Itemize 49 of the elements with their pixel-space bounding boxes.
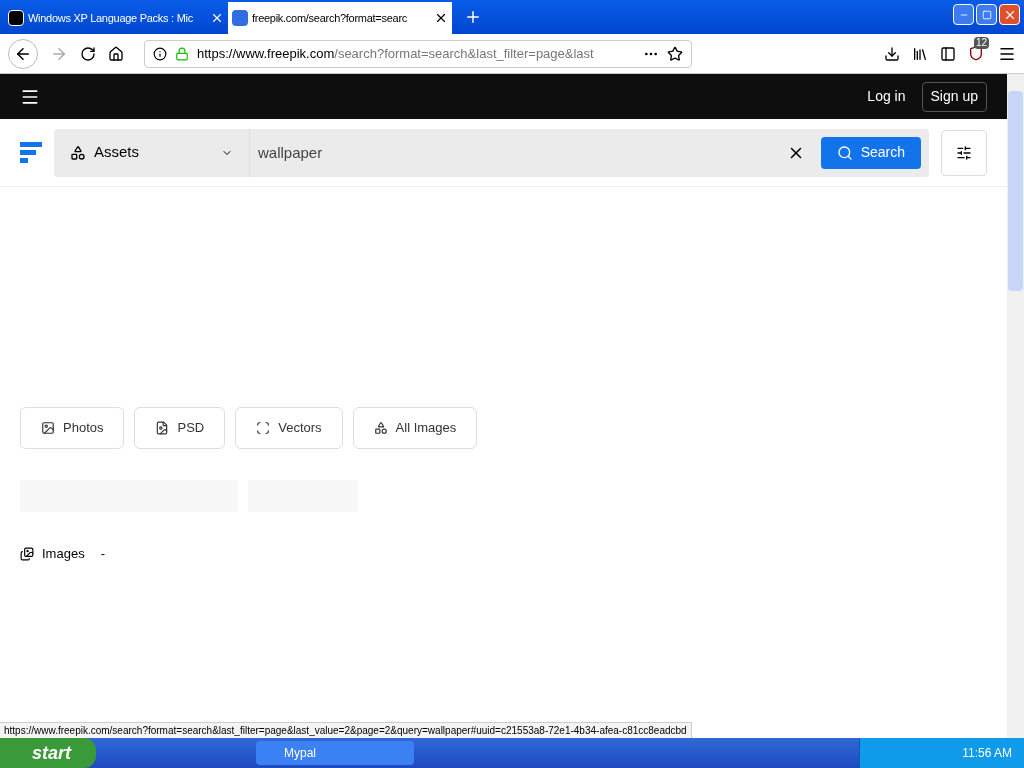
home-icon[interactable] <box>108 45 124 62</box>
filter-button[interactable]: PSD <box>134 407 226 449</box>
close-button[interactable] <box>999 4 1020 25</box>
tab-title: freepik.com/search?format=searc <box>252 10 408 26</box>
close-icon[interactable] <box>434 11 448 25</box>
reload-icon[interactable] <box>80 45 96 62</box>
image-icon <box>41 421 55 435</box>
file-icon <box>155 421 170 435</box>
download-icon[interactable] <box>884 45 900 62</box>
search-icon <box>836 144 853 161</box>
shapes-icon <box>373 421 388 435</box>
result-count: - <box>100 545 105 563</box>
lock-icon <box>175 46 189 61</box>
sidebar-icon[interactable] <box>940 45 956 62</box>
browser-tab[interactable]: Windows XP Language Packs : Mic <box>4 2 228 34</box>
taskbar-button[interactable]: Mypal <box>256 741 414 765</box>
info-icon[interactable] <box>153 46 167 61</box>
url-text: https://www.freepik.com/search?format=search&last_filter=page&last <box>197 44 595 63</box>
search-bar[interactable]: Assets wallpaper Search <box>54 128 929 177</box>
close-icon[interactable] <box>210 11 224 25</box>
start-button[interactable]: start <box>0 738 96 768</box>
search-button[interactable]: Search <box>820 136 921 169</box>
filter-button[interactable]: Vectors <box>235 407 343 449</box>
filter-settings-button[interactable] <box>941 129 987 176</box>
restore-button[interactable] <box>976 4 997 25</box>
tab-title: Windows XP Language Packs : Mic <box>28 10 194 26</box>
filter-button[interactable]: All Images <box>352 407 478 449</box>
tab-favicon-icon <box>232 10 248 26</box>
tab-favicon-icon <box>8 10 24 26</box>
scrollbar[interactable] <box>1007 74 1024 738</box>
sliders-icon <box>956 144 972 161</box>
browser-tab[interactable]: freepik.com/search?format=searc <box>228 2 452 34</box>
new-tab-icon[interactable] <box>464 8 482 26</box>
shield-icon[interactable] <box>968 44 984 61</box>
logo-icon[interactable] <box>20 141 42 164</box>
restore-icon <box>981 9 992 20</box>
filter-button[interactable]: Photos <box>20 407 125 449</box>
bookmark-star-icon[interactable] <box>667 45 683 62</box>
clock: 11:56 AM <box>962 745 1012 762</box>
library-icon[interactable] <box>912 45 928 62</box>
login-link[interactable]: Log in <box>867 86 906 107</box>
shapes-icon <box>70 144 86 161</box>
status-url: https://www.freepik.com/search?format=search&last_filter=page&last_value=2&page=2&query=wallpaper#uuid=c21553a8-72e1-4b34-afea-c81cc8eadcbd <box>0 722 692 738</box>
signup-button[interactable]: Sign up <box>921 81 987 112</box>
section-label: Images <box>42 545 85 563</box>
address-bar[interactable]: https://www.freepik.com/search?format=search&last_filter=page&last <box>144 39 692 68</box>
images-icon <box>20 546 34 561</box>
extension-badge: 12 <box>974 36 990 49</box>
minimize-button[interactable] <box>953 4 974 25</box>
